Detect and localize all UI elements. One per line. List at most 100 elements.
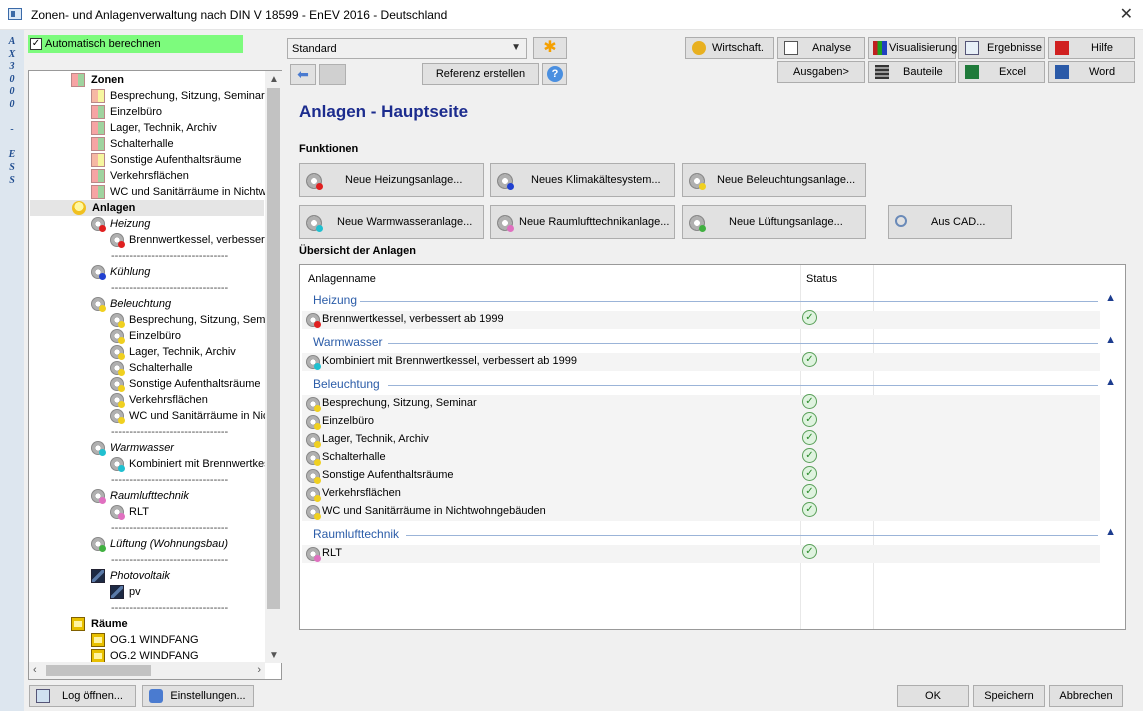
tree-node-lueftung[interactable]: Lüftung (Wohnungsbau) <box>91 536 281 552</box>
zone-icon <box>91 105 105 119</box>
tree-item-zone[interactable]: Besprechung, Sitzung, Seminar <box>91 88 281 104</box>
tree-item-zone[interactable]: Einzelbüro <box>91 104 281 120</box>
tree-node-warmwasser[interactable]: Warmwasser <box>91 440 281 456</box>
cancel-button[interactable]: Abbrechen <box>1049 685 1123 707</box>
new-ventilation-button[interactable]: Neue Raumlufttechnikanlage... <box>490 205 675 239</box>
checkmark-icon[interactable]: ✓ <box>30 38 42 50</box>
anlagen-list[interactable]: Anlagenname Status Heizung ▲ Brennwertke… <box>299 264 1126 630</box>
tree-item-anlage[interactable]: Schalterhalle <box>110 360 281 376</box>
tree-node-label: Lüftung (Wohnungsbau) <box>110 538 229 550</box>
new-hot-water-button[interactable]: Neue Warmwasseranlage... <box>299 205 484 239</box>
ok-button[interactable]: OK <box>897 685 969 707</box>
tree-item-room[interactable]: OG.1 WINDFANG <box>91 632 281 648</box>
tree-item-zone[interactable]: Schalterhalle <box>91 136 281 152</box>
group-beleuchtung[interactable]: Beleuchtung ▲ <box>300 376 1125 393</box>
tree-item-zone[interactable]: WC und Sanitärräume in Nichtwohngebäuden <box>91 184 281 200</box>
new-lighting-button[interactable]: Neue Beleuchtungsanlage... <box>682 163 866 197</box>
tree-item-anlage[interactable]: Sonstige Aufenthaltsräume <box>110 376 281 392</box>
referenz-button[interactable]: Referenz erstellen <box>422 63 539 85</box>
save-button[interactable]: Speichern <box>973 685 1045 707</box>
vertical-label: A X 3 0 0 0 - E S S <box>5 36 19 187</box>
ausgaben-button[interactable]: Ausgaben> <box>777 61 865 83</box>
list-item[interactable]: Schalterhalle ✓ <box>302 448 1100 467</box>
chevron-up-icon[interactable]: ▲ <box>1105 334 1116 346</box>
chevron-up-icon[interactable]: ▲ <box>1105 376 1116 388</box>
tree-item-anlage[interactable]: pv <box>110 584 281 600</box>
chevron-up-icon[interactable]: ▲ <box>1105 292 1116 304</box>
new-heating-button[interactable]: Neue Heizungsanlage... <box>299 163 484 197</box>
tree-item-anlage[interactable]: Kombiniert mit Brennwertkessel, verbesse… <box>110 456 281 472</box>
tree-vertical-scrollbar[interactable]: ▲ ▼ <box>265 71 282 663</box>
button-label: Abbrechen <box>1059 690 1113 702</box>
auto-calc-checkbox[interactable]: ✓ Automatisch berechnen <box>28 35 243 53</box>
tree-node-anlagen[interactable]: Anlagen <box>30 200 264 216</box>
settings-button[interactable]: Einstellungen... <box>142 685 254 707</box>
list-item[interactable]: Brennwertkessel, verbessert ab 1999 ✓ <box>302 310 1100 329</box>
wirtschaft-button[interactable]: Wirtschaft. <box>685 37 774 59</box>
status-ok-icon: ✓ <box>802 394 817 409</box>
word-button[interactable]: Word <box>1048 61 1135 83</box>
bauteile-button[interactable]: Bauteile <box>868 61 956 83</box>
group-raumlufttechnik[interactable]: Raumlufttechnik ▲ <box>300 526 1125 543</box>
tree-item-anlage[interactable]: Besprechung, Sitzung, Seminar <box>110 312 281 328</box>
tree-item-anlage[interactable]: Lager, Technik, Archiv <box>110 344 281 360</box>
tree-item-anlage[interactable]: WC und Sanitärräume in Nichtwohngebäuden <box>110 408 281 424</box>
tree-horizontal-scrollbar[interactable]: ‹ › <box>29 662 265 679</box>
list-item[interactable]: Sonstige Aufenthaltsräume ✓ <box>302 466 1100 485</box>
forward-button[interactable] <box>319 64 346 85</box>
ergebnisse-button[interactable]: Ergebnisse <box>958 37 1045 59</box>
tree-node-photovoltaik[interactable]: Photovoltaik <box>91 568 281 584</box>
new-residential-ventilation-button[interactable]: Neue Lüftungsanlage... <box>682 205 866 239</box>
new-variant-button[interactable]: ✱ <box>533 37 567 59</box>
chevron-down-icon[interactable]: ▼ <box>269 650 279 661</box>
list-item[interactable]: WC und Sanitärräume in Nichtwohngebäuden… <box>302 502 1100 521</box>
chevron-right-icon[interactable]: › <box>257 664 261 676</box>
variant-combobox[interactable]: Standard ▼ <box>287 38 527 59</box>
group-label: Warmwasser <box>313 335 383 349</box>
close-icon[interactable]: ✕ <box>1120 4 1133 24</box>
tree-item-anlage[interactable]: Einzelbüro <box>110 328 281 344</box>
tree-node-raumlufttechnik[interactable]: Raumlufttechnik <box>91 488 281 504</box>
lighting-gear-icon <box>306 469 321 484</box>
group-warmwasser[interactable]: Warmwasser ▲ <box>300 334 1125 351</box>
tree-item-anlage[interactable]: Verkehrsflächen <box>110 392 281 408</box>
back-button[interactable]: ⬅ <box>290 64 316 85</box>
chevron-left-icon[interactable]: ‹ <box>33 664 37 676</box>
list-item[interactable]: Besprechung, Sitzung, Seminar ✓ <box>302 394 1100 413</box>
tree-item-anlage[interactable]: RLT <box>110 504 281 520</box>
tree-item-zone[interactable]: Lager, Technik, Archiv <box>91 120 281 136</box>
tree-item-zone[interactable]: Sonstige Aufenthaltsräume <box>91 152 281 168</box>
list-item[interactable]: Verkehrsflächen ✓ <box>302 484 1100 503</box>
column-header-status[interactable]: Status <box>806 273 837 285</box>
column-header-name[interactable]: Anlagenname <box>308 273 376 285</box>
tree-node-heizung[interactable]: Heizung <box>91 216 281 232</box>
hot-water-gear-icon <box>110 457 125 472</box>
analyse-button[interactable]: Analyse <box>777 37 865 59</box>
tree-view[interactable]: Zonen Besprechung, Sitzung, Seminar Einz… <box>28 70 282 680</box>
list-item[interactable]: Lager, Technik, Archiv ✓ <box>302 430 1100 449</box>
group-divider <box>388 385 1098 386</box>
chevron-up-icon[interactable]: ▲ <box>1105 526 1116 538</box>
tree-node-kuehlung[interactable]: Kühlung <box>91 264 281 280</box>
scrollbar-thumb[interactable] <box>267 88 280 609</box>
hilfe-button[interactable]: Hilfe <box>1048 37 1135 59</box>
open-log-button[interactable]: Log öffnen... <box>29 685 136 707</box>
list-item[interactable]: Einzelbüro ✓ <box>302 412 1100 431</box>
help-button[interactable]: ? <box>542 63 567 85</box>
scrollbar-thumb[interactable] <box>46 665 151 676</box>
group-heizung[interactable]: Heizung ▲ <box>300 292 1125 309</box>
tree-node-raeume[interactable]: Räume <box>71 616 271 632</box>
tree-item-zone[interactable]: Verkehrsflächen <box>91 168 281 184</box>
chevron-down-icon[interactable]: ▼ <box>511 42 521 53</box>
visualisierung-button[interactable]: Visualisierung <box>868 37 957 59</box>
list-item[interactable]: RLT ✓ <box>302 544 1100 563</box>
new-cooling-button[interactable]: Neues Klimakältesystem... <box>490 163 675 197</box>
chevron-up-icon[interactable]: ▲ <box>269 74 279 85</box>
tree-node-zonen[interactable]: Zonen <box>69 72 269 88</box>
from-cad-button[interactable]: Aus CAD... <box>888 205 1012 239</box>
tree-node-beleuchtung[interactable]: Beleuchtung <box>91 296 281 312</box>
tree-item-anlage[interactable]: Brennwertkessel, verbessert ab 1999 <box>110 232 281 248</box>
tree-node-label: Raumlufttechnik <box>110 490 189 502</box>
excel-button[interactable]: Excel <box>958 61 1045 83</box>
list-item[interactable]: Kombiniert mit Brennwertkessel, verbesse… <box>302 352 1100 371</box>
